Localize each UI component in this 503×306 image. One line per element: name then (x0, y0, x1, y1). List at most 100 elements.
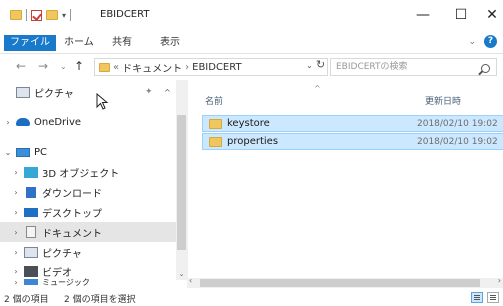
breadcrumb-ebidcert[interactable]: EBIDCERT (192, 62, 241, 73)
sidebar-item-desktop[interactable]: › デスクトップ (0, 202, 176, 222)
documents-icon (26, 226, 36, 238)
scroll-left-arrow[interactable]: ‹ (189, 276, 192, 285)
videos-icon (24, 265, 38, 277)
forward-button[interactable]: → (38, 59, 48, 73)
downloads-icon (26, 186, 36, 198)
tab-file[interactable]: ファイル (4, 35, 56, 51)
window-title: EBIDCERT (100, 9, 150, 20)
item-count: 2 個の項目 (4, 295, 49, 305)
selected-count: 2 個の項目を選択 (64, 295, 136, 305)
breadcrumb-documents[interactable]: ドキュメント (122, 60, 182, 75)
new-folder-icon[interactable] (46, 10, 58, 20)
back-button[interactable]: ← (16, 59, 26, 73)
file-name: keystore (227, 118, 270, 129)
address-dropdown[interactable]: ⌄ (306, 61, 313, 70)
address-row: ← → ⌄ ↑ « ドキュメント › EBIDCERT ⌄ ↻ EBIDCERT… (0, 55, 503, 79)
maximize-button[interactable]: ☐ (451, 6, 471, 24)
sort-indicator-icon: ^ (314, 84, 321, 93)
list-item[interactable]: properties 2018/02/10 19:02 (202, 133, 503, 150)
customize-toolbar-dropdown[interactable]: ▾ (62, 11, 66, 20)
file-date: 2018/02/10 19:02 (417, 136, 498, 147)
expand-arrow[interactable]: › (8, 208, 24, 217)
sidebar-item-label: ピクチャ (42, 248, 82, 260)
scroll-down-arrow[interactable]: ⌄ (176, 270, 187, 278)
horizontal-scrollbar[interactable]: ‹ › (187, 276, 503, 288)
sidebar-item-3d-objects[interactable]: › 3D オブジェクト (0, 162, 176, 182)
navigation-scrollbar[interactable]: ⌄ (176, 80, 187, 280)
sidebar-item-label: ダウンロード (42, 188, 102, 200)
column-header-name[interactable]: 名前 (205, 94, 223, 107)
expand-arrow[interactable]: › (0, 118, 16, 127)
music-icon (24, 279, 38, 285)
properties-icon[interactable] (31, 9, 42, 21)
expand-arrow[interactable]: › (8, 188, 24, 197)
expand-arrow[interactable]: › (8, 248, 24, 257)
mouse-cursor-icon (96, 93, 109, 110)
search-icon[interactable] (481, 64, 490, 73)
sidebar-item-label: PC (34, 146, 48, 158)
list-item[interactable]: keystore 2018/02/10 19:02 (202, 115, 503, 132)
sidebar-item-label: デスクトップ (42, 208, 102, 220)
3d-objects-icon (24, 166, 38, 178)
navigation-pane: ピクチャ ✦ ^ › OneDrive ⌄ PC › 3D オブジェクト › ダ… (0, 80, 187, 286)
tab-view[interactable]: 表示 (156, 35, 184, 51)
pc-icon (16, 147, 30, 157)
refresh-button[interactable]: ↻ (316, 58, 325, 71)
details-view-button[interactable] (471, 292, 483, 303)
file-list: ^ 名前 更新日時 keystore 2018/02/10 19:02 prop… (187, 80, 503, 280)
status-bar: 2 個の項目 2 個の項目を選択 (0, 289, 503, 306)
breadcrumb-overflow[interactable]: « (113, 62, 119, 73)
quick-access-toolbar: ▾ (10, 9, 72, 21)
scrollbar-thumb[interactable] (200, 279, 480, 287)
file-name: properties (227, 136, 279, 147)
sidebar-item-pc[interactable]: ⌄ PC (0, 142, 176, 162)
close-button[interactable]: ✕ (482, 6, 502, 24)
onedrive-icon (16, 118, 30, 126)
minimize-button[interactable]: — (413, 6, 433, 24)
sidebar-item-downloads[interactable]: › ダウンロード (0, 182, 176, 202)
help-icon[interactable]: ? (484, 35, 497, 48)
pictures-icon (16, 86, 30, 98)
pictures-icon (24, 246, 38, 258)
sidebar-item-onedrive[interactable]: › OneDrive (0, 112, 176, 132)
sidebar-item-label: ミュージック (42, 278, 90, 286)
scroll-right-arrow[interactable]: › (498, 276, 501, 285)
divider (26, 9, 27, 21)
desktop-icon (24, 207, 38, 217)
divider (70, 9, 72, 21)
expand-arrow[interactable]: › (8, 278, 24, 286)
recent-locations-dropdown[interactable]: ⌄ (60, 62, 67, 71)
title-bar: ▾ EBIDCERT — ☐ ✕ (0, 0, 503, 30)
sidebar-item-pictures-quick[interactable]: ピクチャ ✦ ^ (0, 82, 176, 102)
expand-arrow[interactable]: › (8, 228, 24, 237)
up-button[interactable]: ↑ (74, 59, 84, 73)
tab-share[interactable]: 共有 (108, 35, 136, 51)
folder-icon (209, 118, 222, 129)
file-date: 2018/02/10 19:02 (417, 118, 498, 129)
folder-icon (10, 10, 22, 20)
sidebar-item-label: 3D オブジェクト (42, 168, 120, 180)
sidebar-item-pictures[interactable]: › ピクチャ (0, 242, 176, 262)
expand-ribbon-button[interactable]: ⌄ (468, 37, 476, 47)
breadcrumb-separator: › (185, 61, 190, 73)
pin-icon: ✦ (145, 87, 153, 97)
expand-arrow[interactable]: › (8, 267, 24, 276)
scroll-up-arrow[interactable]: ^ (164, 88, 171, 97)
sidebar-item-label: OneDrive (34, 116, 82, 128)
large-icons-view-button[interactable] (487, 292, 499, 303)
expand-arrow[interactable]: › (8, 168, 24, 177)
folder-icon (99, 62, 110, 72)
scrollbar-thumb[interactable] (177, 115, 186, 250)
sidebar-item-label: ドキュメント (42, 228, 102, 240)
folder-icon (209, 136, 222, 147)
column-header-date[interactable]: 更新日時 (425, 94, 461, 107)
sidebar-item-label: ピクチャ (34, 88, 74, 100)
sidebar-item-label: ビデオ (42, 267, 72, 279)
expand-arrow[interactable]: ⌄ (0, 148, 16, 157)
address-bar[interactable]: « ドキュメント › EBIDCERT (94, 58, 328, 76)
search-input[interactable]: EBIDCERTの検索 (330, 58, 497, 76)
ribbon-tabs: ファイル ホーム 共有 表示 ⌄ ? (0, 30, 503, 54)
sidebar-item-music[interactable]: › ミュージック (0, 278, 176, 286)
sidebar-item-documents[interactable]: › ドキュメント (0, 222, 176, 242)
tab-home[interactable]: ホーム (60, 35, 98, 51)
